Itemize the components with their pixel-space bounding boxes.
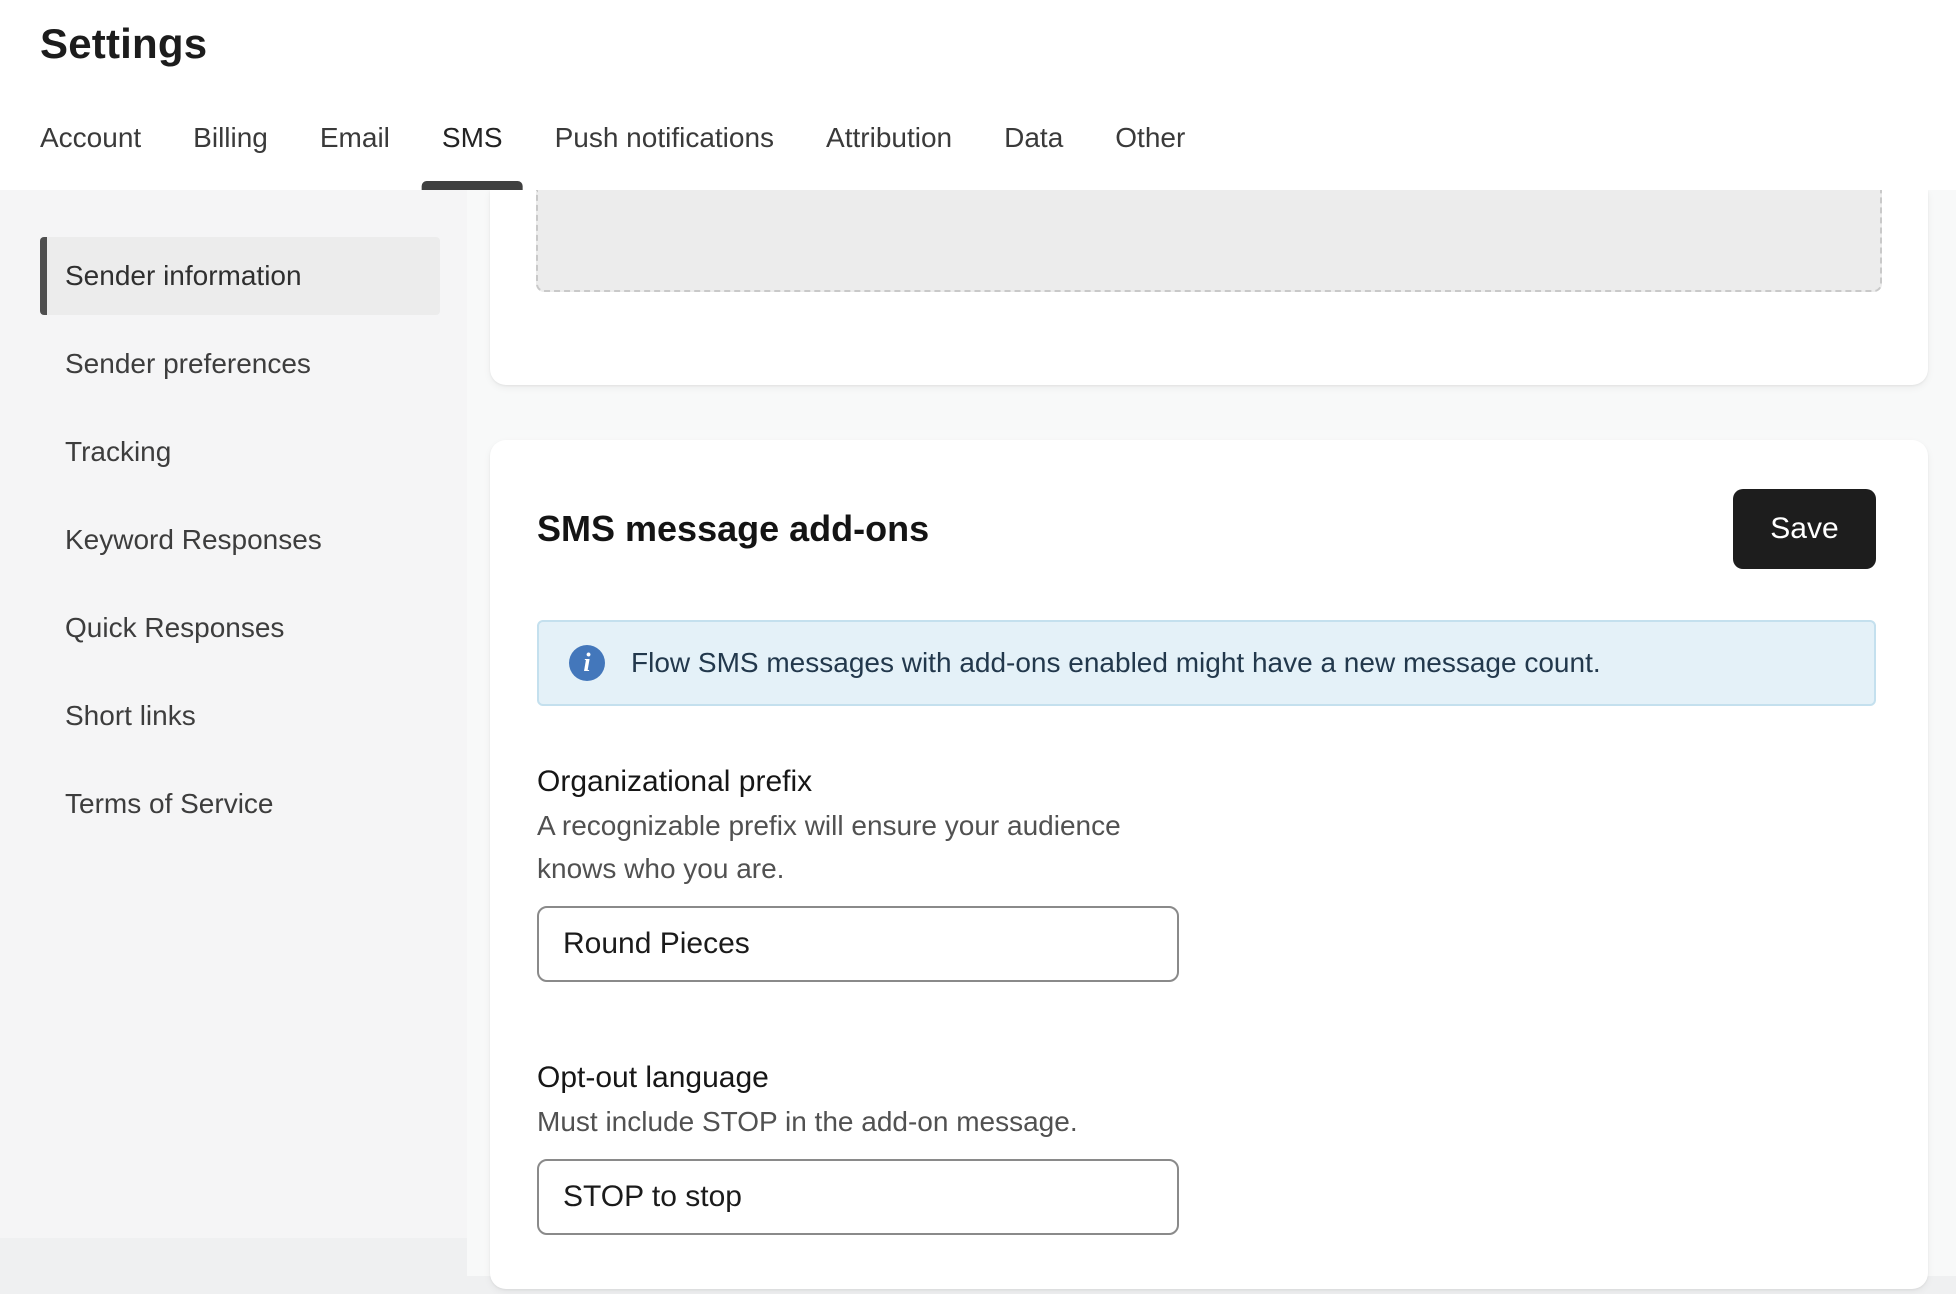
info-icon: i [569, 645, 605, 681]
tab-label: Attribution [826, 122, 953, 153]
field-label: Opt-out language [537, 1061, 769, 1094]
field-opt-out-language: Opt-out language Must include STOP in th… [537, 1058, 1876, 1235]
page-header: Settings Account Billing Email SMS Push … [0, 0, 1956, 190]
field-help-text: A recognizable prefix will ensure your a… [537, 810, 1121, 884]
dashed-placeholder-region [536, 190, 1882, 292]
tab-label: SMS [441, 122, 503, 153]
tab-label: Other [1115, 122, 1186, 153]
tab-other[interactable]: Other [1115, 122, 1185, 190]
card-header: SMS message add-ons Save [537, 488, 1876, 570]
tab-sms[interactable]: SMS [421, 122, 523, 190]
organizational-prefix-input[interactable] [537, 906, 1179, 982]
previous-section-card [490, 190, 1928, 385]
tab-data[interactable]: Data [1004, 122, 1063, 190]
sidebar-item-label: Sender preferences [65, 348, 311, 379]
sidebar-item-tracking[interactable]: Tracking [40, 413, 440, 491]
field-organizational-prefix: Organizational prefix A recognizable pre… [537, 762, 1876, 982]
tab-attribution[interactable]: Attribution [826, 122, 952, 190]
sidebar-item-terms-of-service[interactable]: Terms of Service [40, 765, 440, 843]
active-item-accent-bar [40, 237, 47, 315]
page-title: Settings [40, 20, 208, 67]
save-button[interactable]: Save [1733, 489, 1876, 569]
settings-page: Settings Account Billing Email SMS Push … [0, 0, 1956, 1294]
sidebar-item-label: Keyword Responses [65, 524, 322, 555]
card-title: SMS message add-ons [537, 508, 930, 549]
opt-out-language-input[interactable] [537, 1159, 1179, 1235]
tab-label: Account [40, 122, 142, 153]
sidebar-item-quick-responses[interactable]: Quick Responses [40, 589, 440, 667]
info-banner-text: Flow SMS messages with add-ons enabled m… [631, 647, 1601, 678]
sidebar-item-label: Tracking [65, 436, 172, 467]
field-label: Organizational prefix [537, 765, 813, 798]
sidebar-item-label: Terms of Service [65, 788, 274, 819]
info-banner: i Flow SMS messages with add-ons enabled… [537, 620, 1876, 706]
sidebar-item-sender-information[interactable]: Sender information [40, 237, 440, 315]
tab-label: Data [1004, 122, 1064, 153]
sms-settings-sidebar: Sender information Sender preferences Tr… [0, 190, 467, 1238]
sidebar-item-label: Sender information [65, 260, 302, 291]
tab-label: Push notifications [554, 122, 775, 153]
tab-label: Billing [193, 122, 268, 153]
sms-addons-card: SMS message add-ons Save i Flow SMS mess… [490, 440, 1928, 1289]
tab-email[interactable]: Email [320, 122, 390, 190]
sidebar-item-label: Quick Responses [65, 612, 285, 643]
sidebar-item-sender-preferences[interactable]: Sender preferences [40, 325, 440, 403]
active-tab-indicator [421, 181, 523, 190]
settings-tabs: Account Billing Email SMS Push notificat… [40, 122, 1185, 190]
settings-content: SMS message add-ons Save i Flow SMS mess… [467, 190, 1956, 1289]
sidebar-item-short-links[interactable]: Short links [40, 677, 440, 755]
tab-account[interactable]: Account [40, 122, 141, 190]
tab-billing[interactable]: Billing [193, 122, 268, 190]
tab-label: Email [319, 122, 390, 153]
tab-push-notifications[interactable]: Push notifications [555, 122, 774, 190]
field-help-text: Must include STOP in the add-on message. [537, 1106, 1078, 1137]
sidebar-item-keyword-responses[interactable]: Keyword Responses [40, 501, 440, 579]
sidebar-item-label: Short links [65, 700, 196, 731]
settings-body: Sender information Sender preferences Tr… [0, 190, 1956, 1289]
